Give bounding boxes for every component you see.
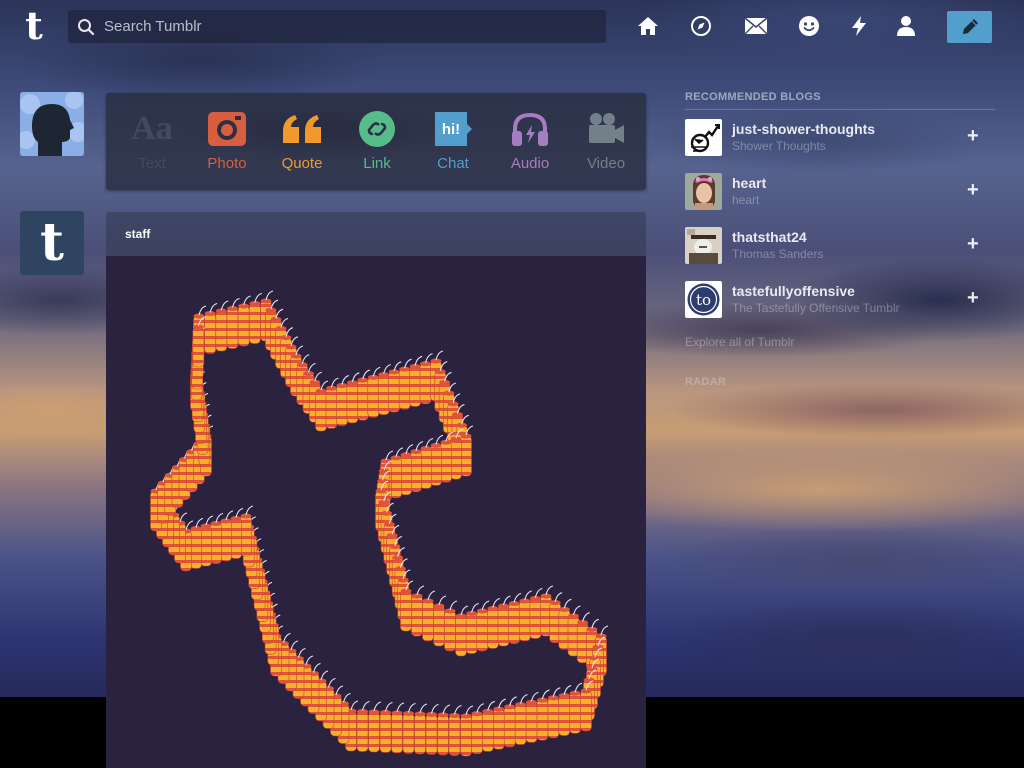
blog-title: Thomas Sanders	[732, 247, 824, 261]
text-icon: Aa	[131, 110, 173, 147]
post-type-link[interactable]: Link	[339, 109, 415, 179]
blog-title: The Tastefully Offensive Tumblr	[732, 301, 900, 315]
blog-name[interactable]: heart	[732, 175, 766, 191]
video-camera-icon	[584, 109, 628, 149]
user-avatar[interactable]	[20, 92, 84, 156]
messaging-icon[interactable]	[797, 14, 821, 38]
recommended-blog[interactable]: thatsthat24 Thomas Sanders +	[685, 227, 995, 267]
post-type-photo[interactable]: Photo	[189, 109, 265, 179]
search-input[interactable]	[104, 18, 584, 35]
inbox-icon[interactable]	[743, 14, 769, 38]
post-type-audio[interactable]: Audio	[492, 109, 568, 179]
post-image	[106, 256, 646, 768]
blog-name[interactable]: thatsthat24	[732, 229, 807, 245]
blog-avatar: to	[685, 281, 722, 318]
blog-name[interactable]: tastefullyoffensive	[732, 283, 855, 299]
camera-icon	[205, 109, 249, 149]
blog-avatar	[685, 119, 722, 156]
divider	[685, 109, 995, 110]
headphones-icon	[508, 109, 552, 149]
link-icon	[355, 109, 399, 149]
radar-title: RADAR	[685, 376, 727, 388]
firecracker-arrow-illustration	[150, 290, 609, 757]
post-author[interactable]: staff	[125, 227, 150, 241]
pencil-icon	[962, 19, 978, 34]
blog-title: heart	[732, 193, 760, 207]
post-type-quote[interactable]: Quote	[264, 109, 340, 179]
staff-avatar[interactable]: t	[20, 211, 84, 275]
activity-icon[interactable]	[847, 14, 871, 38]
explore-link[interactable]: Explore all of Tumblr	[685, 335, 794, 349]
post-header: staff	[106, 212, 646, 256]
recommended-blog[interactable]: heart heart +	[685, 173, 995, 213]
svg-text:to: to	[696, 291, 711, 309]
recommended-blog[interactable]: just-shower-thoughts Shower Thoughts +	[685, 119, 995, 159]
search-bar[interactable]	[68, 10, 606, 43]
follow-plus-icon[interactable]: +	[967, 179, 979, 202]
blog-name[interactable]: just-shower-thoughts	[732, 121, 875, 137]
recommended-blog[interactable]: to tastefullyoffensive The Tastefully Of…	[685, 281, 995, 321]
follow-plus-icon[interactable]: +	[967, 287, 979, 310]
post-type-video[interactable]: Video	[568, 109, 644, 179]
blog-avatar	[685, 173, 722, 210]
home-icon[interactable]	[636, 14, 660, 38]
search-icon	[68, 10, 104, 43]
recommended-blogs-title: RECOMMENDED BLOGS	[685, 91, 821, 103]
post-type-chat[interactable]: hi! Chat	[415, 109, 491, 179]
tumblr-logo[interactable]: t	[14, 6, 54, 46]
follow-plus-icon[interactable]: +	[967, 233, 979, 256]
account-icon[interactable]	[894, 14, 918, 38]
blog-title: Shower Thoughts	[732, 139, 826, 153]
post-type-bar: Aa Text Photo Quote Link hi! Chat Audio	[106, 93, 646, 190]
quote-icon	[280, 109, 324, 149]
svg-text:hi!: hi!	[442, 121, 460, 138]
compose-button[interactable]	[947, 11, 992, 43]
explore-icon[interactable]	[689, 14, 713, 38]
blog-avatar	[685, 227, 722, 264]
post-type-text[interactable]: Aa Text	[114, 109, 190, 179]
chat-icon: hi!	[431, 109, 475, 149]
follow-plus-icon[interactable]: +	[967, 125, 979, 148]
